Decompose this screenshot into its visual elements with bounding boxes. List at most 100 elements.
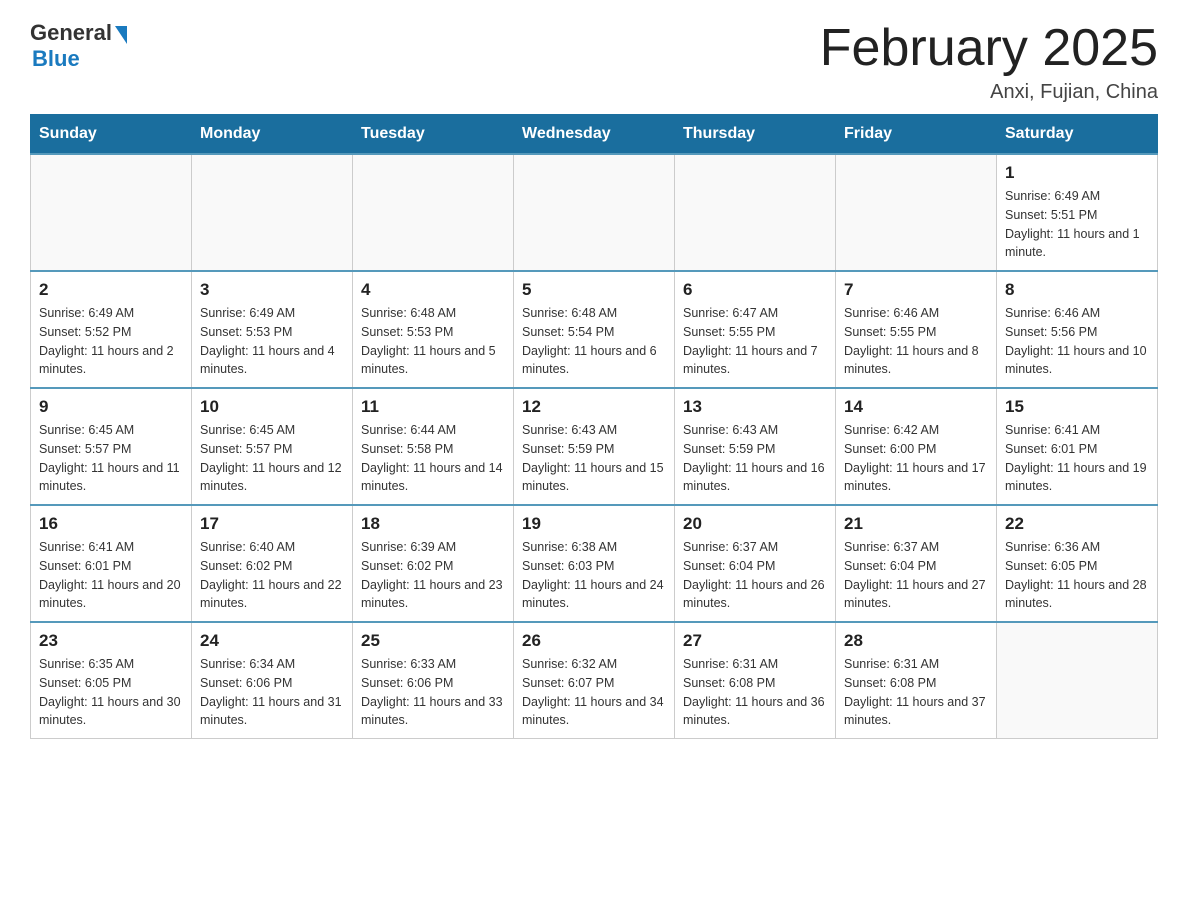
calendar-cell: 25 Sunrise: 6:33 AMSunset: 6:06 PMDayligh… [353, 622, 514, 739]
day-info: Sunrise: 6:40 AMSunset: 6:02 PMDaylight:… [200, 538, 344, 613]
calendar-cell [514, 154, 675, 271]
day-number: 20 [683, 514, 827, 534]
day-number: 9 [39, 397, 183, 417]
location-text: Anxi, Fujian, China [820, 81, 1158, 104]
day-info: Sunrise: 6:46 AMSunset: 5:55 PMDaylight:… [844, 304, 988, 379]
header-day-sunday: Sunday [31, 115, 192, 155]
day-info: Sunrise: 6:41 AMSunset: 6:01 PMDaylight:… [39, 538, 183, 613]
day-number: 25 [361, 631, 505, 651]
calendar-cell: 11 Sunrise: 6:44 AMSunset: 5:58 PMDayligh… [353, 388, 514, 505]
calendar-cell [836, 154, 997, 271]
calendar-cell: 15 Sunrise: 6:41 AMSunset: 6:01 PMDayligh… [997, 388, 1158, 505]
day-number: 5 [522, 280, 666, 300]
logo: General Blue [30, 20, 127, 72]
calendar-cell: 19 Sunrise: 6:38 AMSunset: 6:03 PMDayligh… [514, 505, 675, 622]
calendar-cell: 18Sunrise: 6:39 AMSunset: 6:02 PMDayligh… [353, 505, 514, 622]
calendar-cell: 23Sunrise: 6:35 AMSunset: 6:05 PMDayligh… [31, 622, 192, 739]
calendar-cell: 6 Sunrise: 6:47 AMSunset: 5:55 PMDaylight… [675, 271, 836, 388]
day-number: 12 [522, 397, 666, 417]
calendar-cell: 8 Sunrise: 6:46 AMSunset: 5:56 PMDaylight… [997, 271, 1158, 388]
week-row-3: 9 Sunrise: 6:45 AMSunset: 5:57 PMDaylight… [31, 388, 1158, 505]
calendar-cell: 10 Sunrise: 6:45 AMSunset: 5:57 PMDayligh… [192, 388, 353, 505]
logo-blue-text: Blue [32, 46, 80, 72]
calendar-cell: 9 Sunrise: 6:45 AMSunset: 5:57 PMDaylight… [31, 388, 192, 505]
day-number: 1 [1005, 163, 1149, 183]
day-number: 6 [683, 280, 827, 300]
day-info: Sunrise: 6:49 AMSunset: 5:51 PMDaylight:… [1005, 187, 1149, 262]
page-header: General Blue February 2025 Anxi, Fujian,… [30, 20, 1158, 104]
logo-general-text: General [30, 20, 112, 46]
day-number: 19 [522, 514, 666, 534]
day-info: Sunrise: 6:43 AMSunset: 5:59 PMDaylight:… [522, 421, 666, 496]
day-info: Sunrise: 6:49 AMSunset: 5:52 PMDaylight:… [39, 304, 183, 379]
day-number: 24 [200, 631, 344, 651]
day-number: 15 [1005, 397, 1149, 417]
calendar-cell: 16 Sunrise: 6:41 AMSunset: 6:01 PMDayligh… [31, 505, 192, 622]
day-info: Sunrise: 6:48 AMSunset: 5:54 PMDaylight:… [522, 304, 666, 379]
calendar-cell: 2 Sunrise: 6:49 AMSunset: 5:52 PMDaylight… [31, 271, 192, 388]
day-number: 21 [844, 514, 988, 534]
day-number: 8 [1005, 280, 1149, 300]
week-row-2: 2 Sunrise: 6:49 AMSunset: 5:52 PMDaylight… [31, 271, 1158, 388]
calendar-cell: 12 Sunrise: 6:43 AMSunset: 5:59 PMDayligh… [514, 388, 675, 505]
header-row: SundayMondayTuesdayWednesdayThursdayFrid… [31, 115, 1158, 155]
day-number: 27 [683, 631, 827, 651]
calendar-header: SundayMondayTuesdayWednesdayThursdayFrid… [31, 115, 1158, 155]
day-info: Sunrise: 6:37 AMSunset: 6:04 PMDaylight:… [683, 538, 827, 613]
calendar-body: 1 Sunrise: 6:49 AMSunset: 5:51 PMDaylight… [31, 154, 1158, 739]
day-number: 14 [844, 397, 988, 417]
day-info: Sunrise: 6:43 AMSunset: 5:59 PMDaylight:… [683, 421, 827, 496]
calendar-cell: 20 Sunrise: 6:37 AMSunset: 6:04 PMDayligh… [675, 505, 836, 622]
day-info: Sunrise: 6:34 AMSunset: 6:06 PMDaylight:… [200, 655, 344, 730]
day-info: Sunrise: 6:47 AMSunset: 5:55 PMDaylight:… [683, 304, 827, 379]
calendar-cell [675, 154, 836, 271]
day-number: 17 [200, 514, 344, 534]
day-info: Sunrise: 6:42 AMSunset: 6:00 PMDaylight:… [844, 421, 988, 496]
calendar-cell [192, 154, 353, 271]
calendar-cell: 28 Sunrise: 6:31 AMSunset: 6:08 PMDayligh… [836, 622, 997, 739]
day-number: 10 [200, 397, 344, 417]
day-number: 11 [361, 397, 505, 417]
day-info: Sunrise: 6:46 AMSunset: 5:56 PMDaylight:… [1005, 304, 1149, 379]
day-number: 28 [844, 631, 988, 651]
day-number: 16 [39, 514, 183, 534]
day-info: Sunrise: 6:44 AMSunset: 5:58 PMDaylight:… [361, 421, 505, 496]
calendar-cell: 22Sunrise: 6:36 AMSunset: 6:05 PMDayligh… [997, 505, 1158, 622]
day-info: Sunrise: 6:31 AMSunset: 6:08 PMDaylight:… [844, 655, 988, 730]
calendar-table: SundayMondayTuesdayWednesdayThursdayFrid… [30, 114, 1158, 739]
day-info: Sunrise: 6:33 AMSunset: 6:06 PMDaylight:… [361, 655, 505, 730]
logo-arrow-icon [115, 26, 127, 44]
calendar-cell: 4Sunrise: 6:48 AMSunset: 5:53 PMDaylight… [353, 271, 514, 388]
day-info: Sunrise: 6:38 AMSunset: 6:03 PMDaylight:… [522, 538, 666, 613]
calendar-cell: 3 Sunrise: 6:49 AMSunset: 5:53 PMDaylight… [192, 271, 353, 388]
day-number: 3 [200, 280, 344, 300]
day-info: Sunrise: 6:45 AMSunset: 5:57 PMDaylight:… [39, 421, 183, 496]
header-day-monday: Monday [192, 115, 353, 155]
calendar-cell [997, 622, 1158, 739]
calendar-cell: 24 Sunrise: 6:34 AMSunset: 6:06 PMDayligh… [192, 622, 353, 739]
header-day-thursday: Thursday [675, 115, 836, 155]
calendar-cell: 5 Sunrise: 6:48 AMSunset: 5:54 PMDaylight… [514, 271, 675, 388]
calendar-cell: 21Sunrise: 6:37 AMSunset: 6:04 PMDayligh… [836, 505, 997, 622]
calendar-cell [353, 154, 514, 271]
title-section: February 2025 Anxi, Fujian, China [820, 20, 1158, 104]
day-number: 23 [39, 631, 183, 651]
calendar-cell: 27Sunrise: 6:31 AMSunset: 6:08 PMDayligh… [675, 622, 836, 739]
day-number: 26 [522, 631, 666, 651]
day-number: 7 [844, 280, 988, 300]
header-day-wednesday: Wednesday [514, 115, 675, 155]
day-info: Sunrise: 6:45 AMSunset: 5:57 PMDaylight:… [200, 421, 344, 496]
week-row-5: 23Sunrise: 6:35 AMSunset: 6:05 PMDayligh… [31, 622, 1158, 739]
calendar-cell: 13Sunrise: 6:43 AMSunset: 5:59 PMDayligh… [675, 388, 836, 505]
day-number: 4 [361, 280, 505, 300]
header-day-friday: Friday [836, 115, 997, 155]
calendar-cell: 26 Sunrise: 6:32 AMSunset: 6:07 PMDayligh… [514, 622, 675, 739]
month-title: February 2025 [820, 20, 1158, 77]
day-info: Sunrise: 6:32 AMSunset: 6:07 PMDaylight:… [522, 655, 666, 730]
week-row-1: 1 Sunrise: 6:49 AMSunset: 5:51 PMDaylight… [31, 154, 1158, 271]
day-info: Sunrise: 6:41 AMSunset: 6:01 PMDaylight:… [1005, 421, 1149, 496]
day-info: Sunrise: 6:36 AMSunset: 6:05 PMDaylight:… [1005, 538, 1149, 613]
day-info: Sunrise: 6:39 AMSunset: 6:02 PMDaylight:… [361, 538, 505, 613]
day-number: 2 [39, 280, 183, 300]
day-info: Sunrise: 6:49 AMSunset: 5:53 PMDaylight:… [200, 304, 344, 379]
